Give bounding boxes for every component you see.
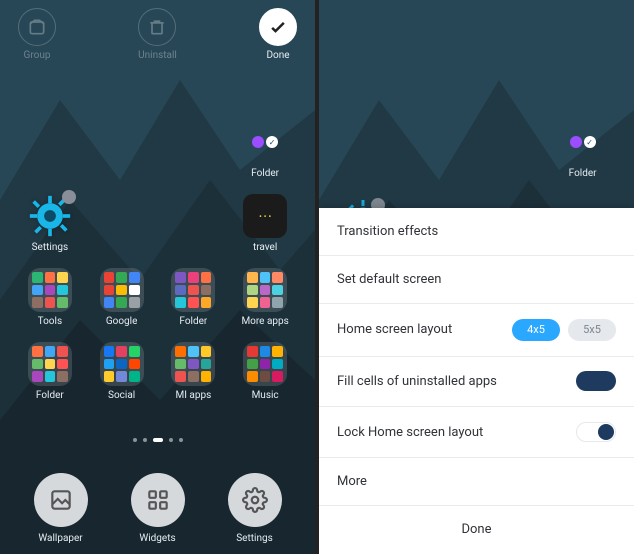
folder-icon [171,268,215,312]
folder-games[interactable]: Folder [160,268,228,338]
app-folder-top[interactable]: ✓ Folder [547,120,618,190]
row-set-default-screen[interactable]: Set default screen [319,256,634,304]
app-label: Folder [179,316,207,327]
dock-label: Wallpaper [38,533,82,544]
toggle-fill-cells[interactable] [576,371,616,391]
app-label: Social [108,390,135,401]
dock-settings[interactable]: Settings [228,473,282,544]
app-label: Folder [251,168,279,179]
row-label: Fill cells of uninstalled apps [337,374,497,389]
app-label: Tools [38,316,62,327]
folder-icon [28,268,72,312]
done-button[interactable]: Done [259,8,297,61]
app-label: travel [253,242,277,253]
row-home-screen-layout: Home screen layout 4x5 5x5 [319,304,634,357]
group-label: Group [24,50,51,61]
toggle-lock-layout[interactable] [576,422,616,442]
uninstall-label: Uninstall [138,50,177,61]
row-lock-layout: Lock Home screen layout [319,407,634,458]
layout-pills: 4x5 5x5 [512,319,616,341]
row-label: More [337,474,367,489]
app-settings[interactable]: Settings [16,194,84,264]
folder-badge-icons: ✓ [252,136,278,148]
folder-more-apps[interactable]: More apps [231,268,299,338]
uninstall-button: Uninstall [138,8,177,61]
app-label: More apps [241,316,288,327]
layout-option-4x5[interactable]: 4x5 [512,319,560,341]
done-label: Done [266,50,289,61]
content: ✓ Folder Transition effects Set default … [319,0,634,554]
content: Group Uninstall Done ✓ Fo [0,0,315,554]
folder-badge-icons: ✓ [570,136,596,148]
unchecked-dot [62,190,76,204]
launcher-settings-sheet: Transition effects Set default screen Ho… [319,208,634,554]
check-icon [259,8,297,46]
row-fill-cells: Fill cells of uninstalled apps [319,357,634,408]
folder-mi-apps[interactable]: MI apps [160,342,228,412]
row-transition-effects[interactable]: Transition effects [319,208,634,256]
app-label: Music [252,390,279,401]
app-label: Google [106,316,138,327]
row-label: Lock Home screen layout [337,425,483,440]
page-indicator [0,438,315,442]
app-folder-top[interactable]: ✓ Folder [231,120,299,190]
row-done[interactable]: Done [319,506,634,554]
page-dot[interactable] [153,438,163,442]
folder-icon [100,268,144,312]
row-more[interactable]: More [319,458,634,506]
dock-widgets[interactable]: Widgets [131,473,185,544]
phone-launcher-settings: ✓ Folder Transition effects Set default … [319,0,634,554]
layout-option-5x5[interactable]: 5x5 [568,319,616,341]
gear-icon [28,194,72,238]
wallpaper-icon [34,473,88,527]
phone-launcher-edit: Group Uninstall Done ✓ Fo [0,0,315,554]
dock: Wallpaper Widgets Settings [0,473,315,544]
app-label: MI apps [175,390,211,401]
row-label: Home screen layout [337,322,452,337]
group-button: Group [18,8,56,61]
folder-misc[interactable]: Folder [16,342,84,412]
page-dot[interactable] [169,438,173,442]
folder-music[interactable]: Music [231,342,299,412]
page-dot[interactable] [133,438,137,442]
travel-icon: • • • [243,194,287,238]
group-icon [18,8,56,46]
gear-icon [228,473,282,527]
page-dot[interactable] [179,438,183,442]
trash-icon [138,8,176,46]
dock-label: Settings [236,533,273,544]
app-travel[interactable]: • • • travel [231,194,299,264]
row-label: Done [461,522,491,537]
app-label: Settings [32,242,69,253]
topbar: Group Uninstall Done [0,0,315,61]
folder-tools[interactable]: Tools [16,268,84,338]
dock-wallpaper[interactable]: Wallpaper [34,473,88,544]
dock-label: Widgets [139,533,175,544]
app-label: Folder [36,390,64,401]
row-label: Set default screen [337,272,441,287]
home-grid: ✓ Folder Settings • • • travel [0,120,315,412]
page-dot[interactable] [143,438,147,442]
folder-icon [28,342,72,386]
folder-icon [243,268,287,312]
folder-google[interactable]: Google [88,268,156,338]
row-label: Transition effects [337,224,438,239]
folder-icon [243,342,287,386]
widgets-icon [131,473,185,527]
app-label: Folder [569,168,597,179]
home-grid-partial: ✓ Folder [319,120,634,190]
folder-icon [100,342,144,386]
folder-icon [171,342,215,386]
folder-social[interactable]: Social [88,342,156,412]
